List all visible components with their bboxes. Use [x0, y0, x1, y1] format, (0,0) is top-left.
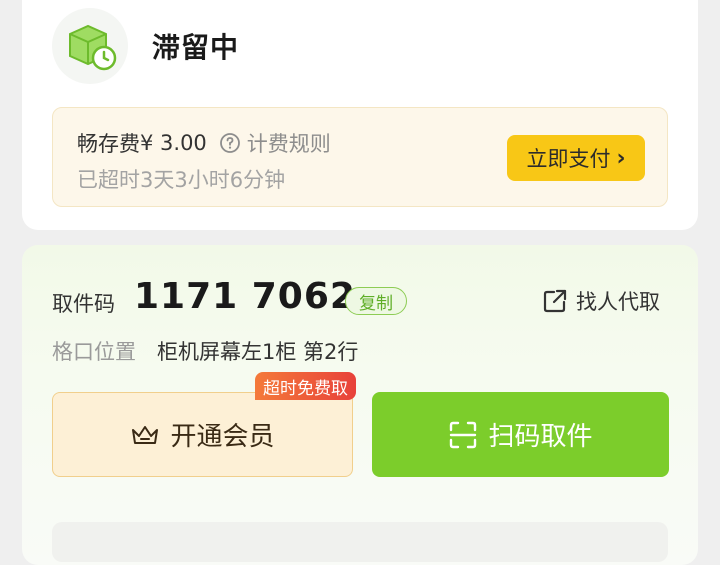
fee-line: 畅存费 ¥ 3.00 计费规则	[77, 128, 331, 158]
scan-pickup-label: 扫码取件	[488, 422, 593, 452]
pay-now-button[interactable]: 立即支付 ›	[507, 135, 645, 181]
status-icon-badge	[52, 8, 128, 84]
fee-amount: ¥ 3.00	[140, 131, 207, 155]
location-value: 柜机屏幕左1柜 第2行	[157, 340, 359, 364]
pickup-code-label: 取件码	[52, 292, 115, 316]
copy-button[interactable]: 复制	[345, 287, 407, 315]
free-pickup-badge: 超时免费取	[255, 372, 356, 400]
share-icon	[543, 289, 567, 313]
fee-label: 畅存费	[77, 132, 140, 156]
pickup-code-value: 1171 7062	[134, 276, 356, 317]
question-circle-icon[interactable]	[219, 132, 241, 154]
package-clock-icon	[69, 24, 117, 71]
overtime-text: 已超时3天3小时6分钟	[77, 168, 286, 192]
fee-rule-link[interactable]: 计费规则	[247, 128, 331, 158]
open-membership-button[interactable]: 开通会员	[52, 392, 353, 477]
pay-now-label: 立即支付	[526, 147, 611, 171]
status-title: 滞留中	[152, 31, 240, 64]
proxy-pickup-link[interactable]: 找人代取	[542, 286, 660, 316]
location-label: 格口位置	[52, 340, 136, 364]
chevron-right-icon: ›	[616, 145, 626, 171]
proxy-pickup-label: 找人代取	[576, 290, 660, 314]
crown-icon	[132, 425, 159, 444]
scan-icon	[450, 421, 477, 448]
fee-panel: 畅存费 ¥ 3.00 计费规则 已超时3天3小时6分钟 立即支付 ›	[52, 107, 668, 207]
next-panel	[52, 522, 668, 562]
scan-pickup-button[interactable]: 扫码取件	[372, 392, 669, 477]
open-membership-label: 开通会员	[170, 422, 275, 452]
